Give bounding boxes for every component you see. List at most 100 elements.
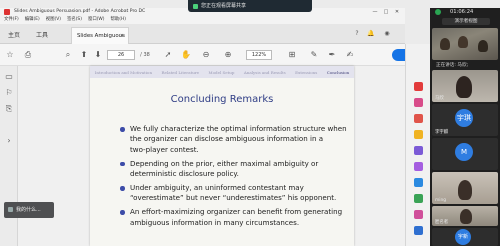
participant-name: 马欣 [435, 96, 444, 101]
participant-figure [456, 76, 472, 98]
participant-figure [440, 38, 450, 50]
export-pdf-icon[interactable] [414, 82, 423, 91]
print-icon[interactable]: ⎙ [22, 49, 34, 61]
pdf-page: Introduction and Motivation Related Lite… [90, 66, 354, 246]
bullet-item: An effort-maximizing organizer can benef… [118, 207, 343, 228]
participant-avatar: 宇新 [455, 229, 471, 245]
fit-page-icon[interactable]: ⊞ [286, 49, 298, 61]
participant-tile[interactable] [432, 28, 498, 60]
participant-tile[interactable]: 匿名者 [432, 206, 498, 226]
zoom-in-icon[interactable]: ⊕ [222, 49, 234, 61]
mini-window-label: 我的什么... [16, 207, 41, 213]
page-up-icon[interactable]: ⬆ [78, 49, 90, 61]
participant-name: ming [435, 198, 447, 203]
zoom-level-field[interactable]: 122% [246, 50, 272, 60]
participant-avatar: 宇琪 [455, 109, 473, 127]
document-viewer[interactable]: Introduction and Motivation Related Lite… [18, 66, 405, 246]
fill-sign-icon[interactable] [414, 210, 423, 219]
participant-tile[interactable]: M [432, 138, 498, 170]
bullet-line: deterministic disclosure policy. [130, 169, 239, 179]
active-speaker-label: 正在讲话: 马欣; [436, 63, 469, 68]
page-number-field[interactable]: 26 [107, 50, 135, 60]
bullet-line: Depending on the prior, either maximal a… [130, 158, 319, 168]
bullet-line: “overestimate” but never “underestimates… [130, 193, 337, 203]
window-title: Slides Ambiguous Persuasion.pdf - Adobe … [14, 9, 146, 14]
comment-tool-icon[interactable] [414, 130, 423, 139]
meeting-header: 01:06:24 演示者视图 [430, 8, 500, 26]
bookmarks-icon[interactable]: ⚐ [4, 88, 14, 98]
tab-tools[interactable]: 工具 [36, 30, 48, 39]
floating-mini-window[interactable]: 我的什么... [4, 202, 54, 218]
help-icon[interactable]: ? [352, 29, 362, 39]
scan-ocr-icon[interactable] [414, 194, 423, 203]
pen-icon[interactable]: ✒ [326, 49, 338, 61]
user-icon[interactable]: ◉ [382, 29, 392, 39]
bullet-line: An effort-maximizing organizer can benef… [130, 207, 343, 217]
participant-tile[interactable]: 宇琪 李宇麒 [432, 104, 498, 136]
create-pdf-icon[interactable] [414, 98, 423, 107]
slide-section-nav: Introduction and Motivation Related Lite… [90, 66, 354, 78]
recording-status-icon [435, 9, 441, 15]
bullet-line: two-player contest. [130, 144, 199, 154]
menu-help[interactable]: 帮助(H) [111, 16, 127, 24]
participant-figure [458, 180, 472, 200]
nav-model: Model Setup [208, 69, 235, 75]
participant-name: 匿名者 [435, 220, 449, 225]
attachments-icon[interactable]: ⎘ [4, 104, 14, 114]
participant-figure [460, 209, 472, 224]
menu-sign[interactable]: 签名(S) [67, 16, 82, 24]
participant-tile[interactable]: 宇新 [432, 228, 498, 246]
tab-home[interactable]: 主页 [8, 30, 20, 39]
maximize-button[interactable]: □ [381, 8, 391, 16]
acrobat-app-icon [4, 9, 10, 15]
menu-view[interactable]: 视图(V) [46, 16, 61, 24]
tab-row: 主页 工具 Slides Ambiguous ... ✕ ? 🔔 ◉ [0, 24, 405, 56]
zoom-out-icon[interactable]: ⊖ [200, 49, 212, 61]
participant-tile[interactable]: 马欣 [432, 70, 498, 102]
participant-tile[interactable]: ming [432, 172, 498, 204]
star-icon[interactable]: ☆ [4, 49, 16, 61]
organize-pages-icon[interactable] [414, 162, 423, 171]
mini-window-icon [8, 207, 13, 212]
tab-document[interactable]: Slides Ambiguous ... ✕ [71, 27, 129, 56]
edit-pdf-icon[interactable] [414, 114, 423, 123]
presenter-view-button[interactable]: 演示者视图 [442, 18, 490, 25]
bell-icon[interactable]: 🔔 [366, 29, 376, 39]
more-tools-icon[interactable] [414, 226, 423, 235]
bullet-line: We fully characterize the optimal inform… [130, 124, 347, 133]
expand-pane-icon[interactable]: › [4, 136, 14, 146]
comment-icon[interactable]: ✎ [308, 49, 320, 61]
menu-window[interactable]: 窗口(W) [88, 16, 105, 24]
participant-figure [478, 40, 488, 52]
nav-conclusion: Conclusion [326, 69, 350, 75]
menu-file[interactable]: 文件(F) [4, 16, 19, 24]
cursor-icon[interactable]: ➚ [162, 49, 174, 61]
participant-avatar: M [455, 143, 473, 161]
combine-files-icon[interactable] [414, 146, 423, 155]
page-current: 26 [117, 52, 125, 58]
acrobat-toolbar: ☆ ⎙ ⌕ ⬆ ⬇ 26 / 38 ➚ ✋ ⊖ ⊕ 122% ⊞ ✎ ✒ ✍ 共… [0, 44, 420, 66]
bullet-line: the organizer can disclose ambiguous inf… [130, 134, 324, 144]
nav-literature: Related Literature [161, 69, 200, 75]
left-navigation-pane: ▭ ⚐ ⎘ › [0, 66, 18, 246]
nav-intro: Introduction and Motivation [94, 69, 153, 75]
participant-name: 李宇麒 [435, 130, 449, 135]
close-window-button[interactable]: ✕ [392, 8, 402, 16]
screen-share-text: 您正在观看屏幕共享 [201, 3, 247, 9]
screen-share-banner[interactable]: 您正在观看屏幕共享 [188, 0, 312, 12]
page-down-icon[interactable]: ⬇ [92, 49, 104, 61]
hand-icon[interactable]: ✋ [180, 49, 192, 61]
bullet-line: ambiguous information in many circumstan… [130, 217, 300, 227]
bullet-item: We fully characterize the optimal inform… [118, 124, 347, 155]
nav-analysis: Analysis and Results [243, 69, 286, 75]
bullet-line: Under ambiguity, an uninformed contestan… [130, 183, 304, 193]
sign-icon[interactable]: ✍ [344, 49, 356, 61]
minimize-button[interactable]: — [370, 8, 380, 16]
page-thumbnails-icon[interactable]: ▭ [4, 72, 14, 82]
compress-pdf-icon[interactable] [414, 178, 423, 187]
search-icon[interactable]: ⌕ [62, 49, 74, 61]
menu-edit[interactable]: 编辑(E) [25, 16, 40, 24]
bullet-item: Depending on the prior, either maximal a… [118, 159, 338, 180]
close-tab-icon[interactable]: ✕ [120, 28, 124, 45]
meeting-panel: 01:06:24 演示者视图 正在讲话: 马欣; 马欣 宇琪 李宇麒 M min… [430, 8, 500, 246]
